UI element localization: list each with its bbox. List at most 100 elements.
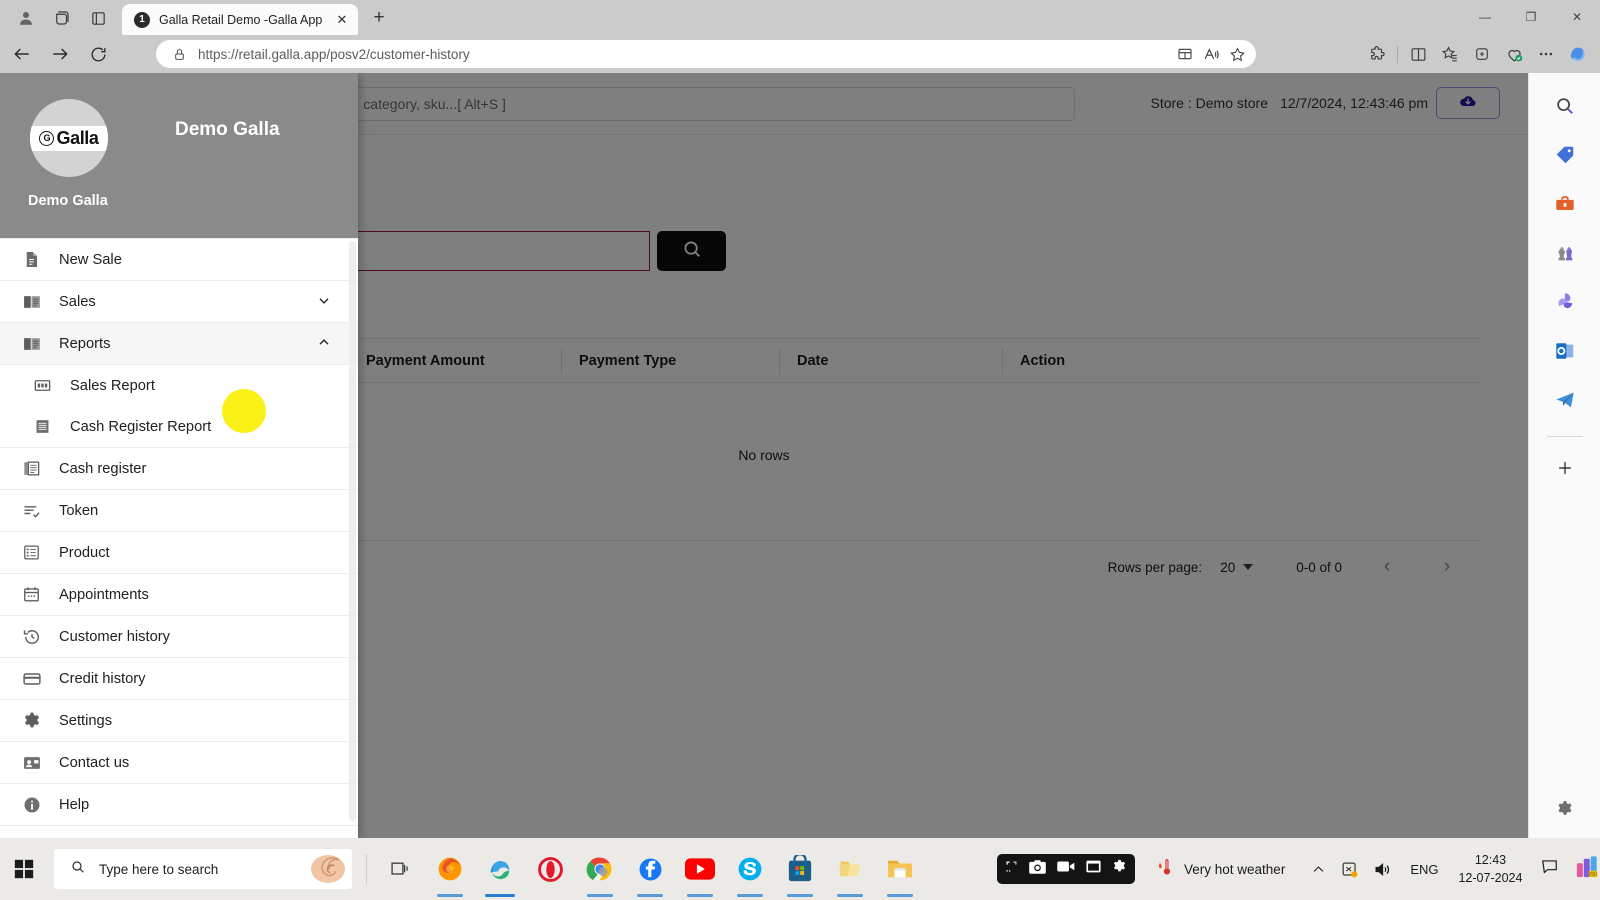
sidebar-label: Sales xyxy=(59,293,96,310)
close-icon[interactable]: ✕ xyxy=(332,10,352,30)
sidebar-settings-icon[interactable] xyxy=(1546,790,1584,828)
outlook-icon[interactable] xyxy=(1546,332,1584,370)
facebook-icon[interactable] xyxy=(625,838,675,900)
drawer-header: G Galla Demo Galla Demo Galla xyxy=(0,73,358,238)
notification-icon[interactable] xyxy=(1540,857,1559,881)
add-sidebar-icon[interactable] xyxy=(1546,449,1584,487)
drawer-scrollbar[interactable] xyxy=(349,241,356,821)
document-icon xyxy=(22,250,48,269)
active-indicator xyxy=(485,894,515,897)
back-icon[interactable] xyxy=(6,38,38,70)
maximize-button[interactable]: ❐ xyxy=(1508,0,1554,33)
contact-card-icon xyxy=(22,753,48,773)
sidebar-label: Help xyxy=(59,796,90,813)
split-screen-icon[interactable] xyxy=(1172,42,1198,66)
system-tray: ENG xyxy=(1311,860,1438,879)
sidebar-item-sales[interactable]: Sales xyxy=(0,281,358,322)
task-view-icon[interactable] xyxy=(375,838,425,900)
games-icon[interactable] xyxy=(1546,234,1584,272)
sidebar-label: Customer history xyxy=(59,628,171,645)
microsoft-store-icon[interactable] xyxy=(775,838,825,900)
taskbar-divider xyxy=(366,854,367,884)
split-window-icon[interactable] xyxy=(1402,39,1434,69)
profile-icon[interactable] xyxy=(8,3,44,33)
address-bar[interactable]: https://retail.galla.app/posv2/customer-… xyxy=(156,40,1256,68)
close-window-button[interactable]: ✕ xyxy=(1554,0,1600,33)
sidebar-divider xyxy=(1546,436,1583,437)
skype-icon[interactable] xyxy=(725,838,775,900)
shopping-tag-icon[interactable] xyxy=(1546,136,1584,174)
product-list-icon xyxy=(22,543,48,562)
notes-icon[interactable] xyxy=(825,838,875,900)
sidebar-item-credit-history[interactable]: Credit history xyxy=(0,658,358,699)
navigation-drawer: G Galla Demo Galla Demo Galla New Sale S… xyxy=(0,73,358,838)
sidebar-item-appointments[interactable]: Appointments xyxy=(0,574,358,615)
video-icon[interactable] xyxy=(1056,859,1076,879)
taskbar-clock[interactable]: 12:43 12-07-2024 xyxy=(1458,851,1522,887)
sidebar-label: Cash Register Report xyxy=(70,418,212,435)
active-indicator xyxy=(837,894,863,897)
tools-icon[interactable] xyxy=(1546,185,1584,223)
collections-icon[interactable] xyxy=(1434,39,1466,69)
pbi-icon[interactable]: PBI xyxy=(1575,855,1599,884)
settings-icon[interactable] xyxy=(1111,858,1128,880)
window-icon[interactable] xyxy=(1085,859,1102,879)
language-indicator[interactable]: ENG xyxy=(1410,862,1438,877)
sidebar-item-help[interactable]: Help xyxy=(0,784,358,825)
tab-actions-icon[interactable] xyxy=(80,3,116,33)
shell-icon xyxy=(308,851,348,887)
thermometer-icon xyxy=(1153,856,1175,883)
drawer-brand-title: Demo Galla xyxy=(175,119,280,140)
sidebar-item-product[interactable]: Product xyxy=(0,532,358,573)
sidebar-item-cash-register[interactable]: Cash register xyxy=(0,448,358,489)
telegram-icon[interactable] xyxy=(1546,381,1584,419)
sidebar-item-reports[interactable]: Reports xyxy=(0,323,358,364)
opera-icon[interactable] xyxy=(525,838,575,900)
weather-widget[interactable]: Very hot weather xyxy=(1153,856,1285,883)
camera-icon[interactable] xyxy=(1028,859,1047,880)
edge-icon[interactable] xyxy=(475,838,525,900)
microsoft365-icon[interactable] xyxy=(1546,283,1584,321)
book-icon xyxy=(22,292,48,312)
firefox-icon[interactable] xyxy=(425,838,475,900)
sidebar-item-new-sale[interactable]: New Sale xyxy=(0,239,358,280)
sidebar-label: Cash register xyxy=(59,460,147,477)
toolbar-divider xyxy=(1397,45,1398,63)
start-icon[interactable] xyxy=(0,838,48,900)
copilot-icon[interactable] xyxy=(1562,39,1594,69)
forward-icon[interactable] xyxy=(44,38,76,70)
youtube-icon[interactable] xyxy=(675,838,725,900)
galla-logo-text: Galla xyxy=(56,127,99,148)
sidebar-item-contact-us[interactable]: Contact us xyxy=(0,742,358,783)
window-controls: — ❐ ✕ xyxy=(1462,0,1600,33)
chevron-up-icon[interactable] xyxy=(1311,862,1326,877)
sidebar-label: Contact us xyxy=(59,754,130,771)
capture-toolbar[interactable] xyxy=(997,854,1135,884)
sidebar-item-cash-register-report[interactable]: Cash Register Report xyxy=(0,406,358,447)
extensions-icon[interactable] xyxy=(1361,39,1393,69)
settings-more-icon[interactable] xyxy=(1530,39,1562,69)
browser-essentials-icon[interactable] xyxy=(1498,39,1530,69)
reload-icon[interactable] xyxy=(82,38,114,70)
minimize-button[interactable]: — xyxy=(1462,0,1508,33)
brand-logo: G Galla xyxy=(30,99,108,177)
taskbar-search-input[interactable]: Type here to search xyxy=(54,849,352,889)
workspaces-icon[interactable] xyxy=(44,3,80,33)
add-to-collections-icon[interactable] xyxy=(1466,39,1498,69)
volume-icon[interactable] xyxy=(1373,860,1392,879)
screenshot-tool-icon[interactable] xyxy=(1004,859,1019,879)
file-explorer-icon[interactable] xyxy=(875,838,925,900)
sidebar-item-settings[interactable]: Settings xyxy=(0,700,358,741)
sidebar-item-customer-history[interactable]: Customer history xyxy=(0,616,358,657)
search-icon xyxy=(70,859,86,879)
read-aloud-icon[interactable] xyxy=(1198,42,1224,66)
chrome-icon[interactable] xyxy=(575,838,625,900)
active-indicator xyxy=(687,894,713,897)
onedrive-icon[interactable] xyxy=(1340,860,1359,879)
favorite-star-icon[interactable] xyxy=(1224,42,1250,66)
sidebar-item-sales-report[interactable]: Sales Report xyxy=(0,365,358,406)
search-icon[interactable] xyxy=(1546,87,1584,125)
sidebar-item-token[interactable]: Token xyxy=(0,490,358,531)
browser-tab[interactable]: 1 Galla Retail Demo -Galla App ✕ xyxy=(122,4,358,35)
new-tab-button[interactable]: + xyxy=(364,3,394,33)
